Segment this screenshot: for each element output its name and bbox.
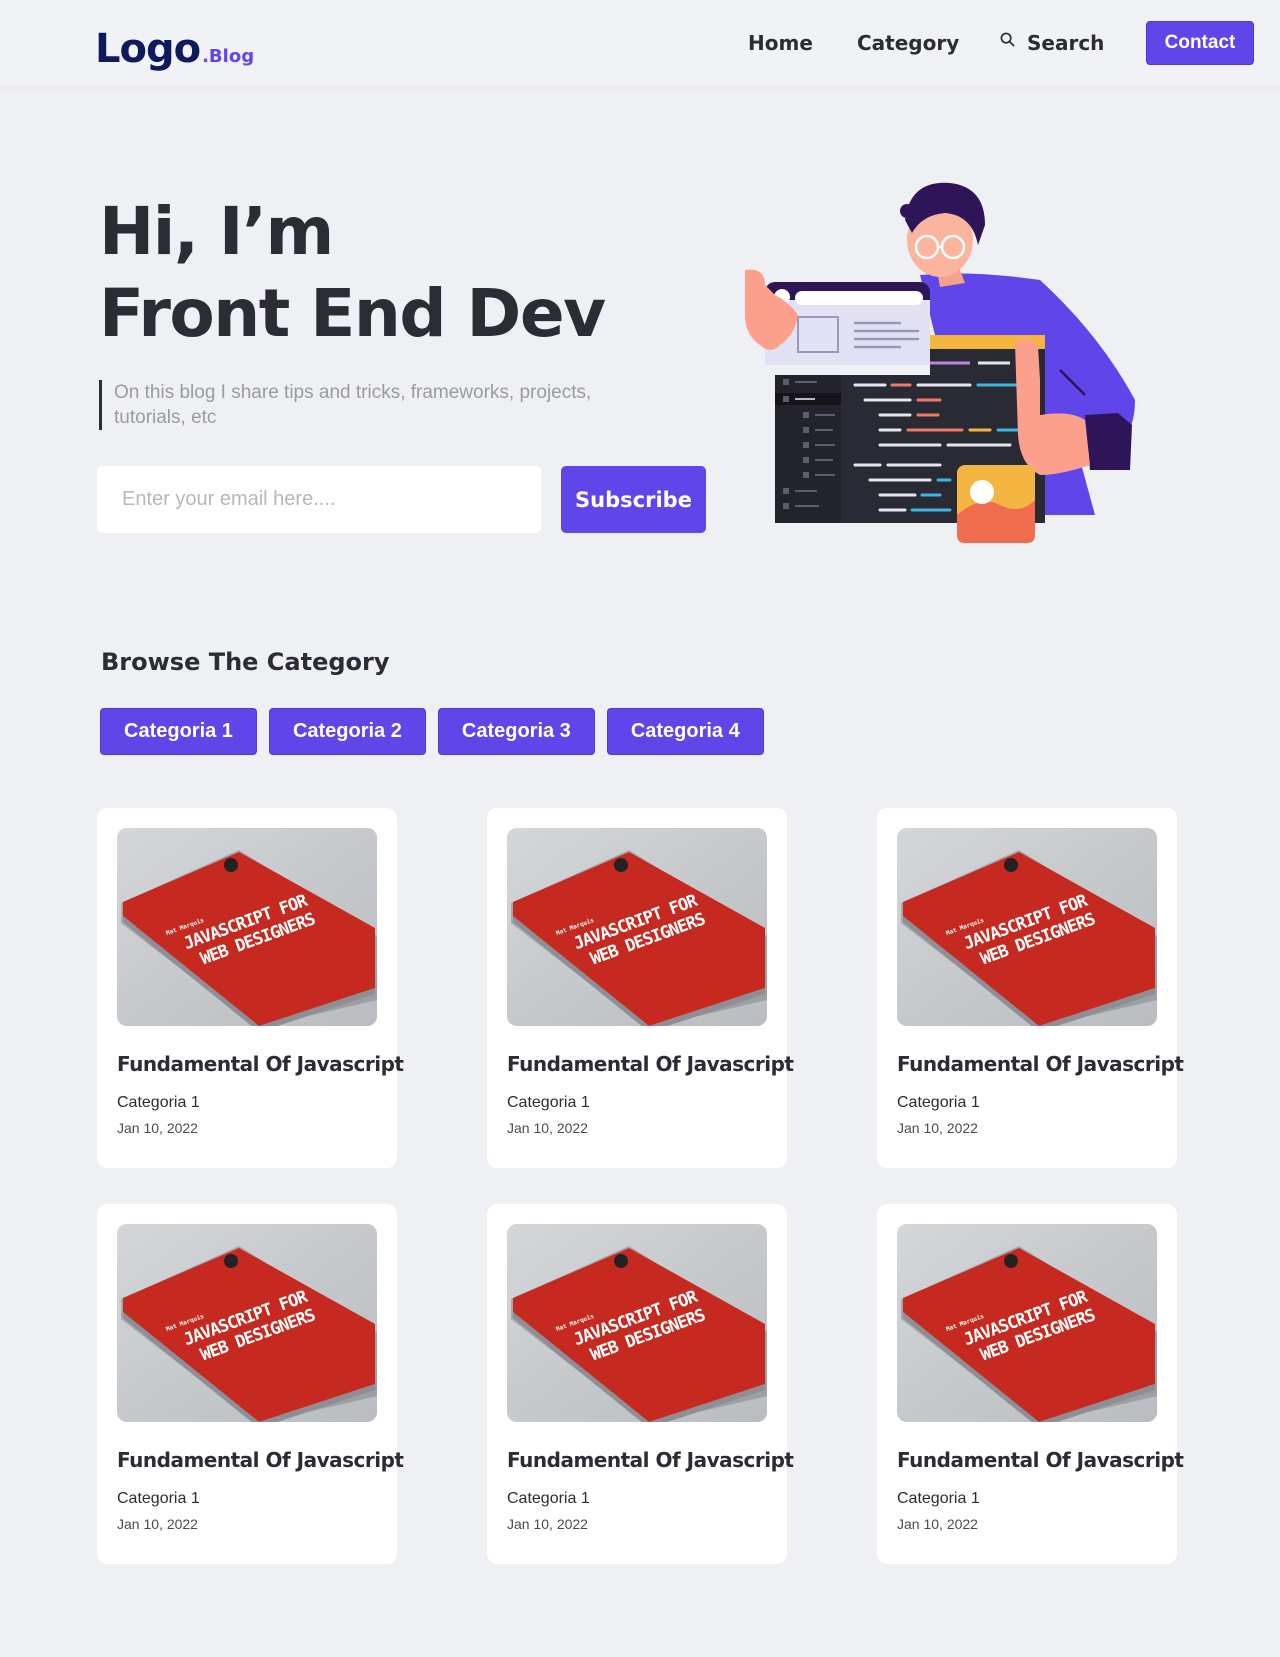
section-title-categories: Browse The Category xyxy=(101,648,390,676)
email-input[interactable] xyxy=(97,466,541,533)
post-category[interactable]: Categoria 1 xyxy=(897,1094,1157,1112)
post-card[interactable]: Mat Marquis JAVASCRIPT FOR WEB DESIGNERS… xyxy=(97,808,404,1168)
post-category[interactable]: Categoria 1 xyxy=(117,1094,377,1112)
search-icon xyxy=(1000,32,1015,46)
post-date: Jan 10, 2022 xyxy=(897,1516,978,1532)
post-card[interactable]: Mat Marquis JAVASCRIPT FOR WEB DESIGNERS… xyxy=(97,1204,404,1564)
post-cover-image[interactable]: Mat Marquis JAVASCRIPT FOR WEB DESIGNERS xyxy=(507,1224,767,1422)
post-date: Jan 10, 2022 xyxy=(117,1120,198,1136)
nav-home[interactable]: Home xyxy=(748,0,813,86)
hero-title-line1: Hi, I’m xyxy=(99,193,334,270)
post-category[interactable]: Categoria 1 xyxy=(897,1490,1157,1508)
post-date: Jan 10, 2022 xyxy=(507,1120,588,1136)
post-card[interactable]: Mat Marquis JAVASCRIPT FOR WEB DESIGNERS… xyxy=(487,1204,794,1564)
category-chips: Categoria 1 Categoria 2 Categoria 3 Cate… xyxy=(100,708,764,755)
post-cover-image[interactable]: Mat Marquis JAVASCRIPT FOR WEB DESIGNERS xyxy=(897,828,1157,1026)
post-cover-image[interactable]: Mat Marquis JAVASCRIPT FOR WEB DESIGNERS xyxy=(897,1224,1157,1422)
post-category[interactable]: Categoria 1 xyxy=(507,1490,767,1508)
post-title[interactable]: Fundamental Of Javascript xyxy=(117,1448,404,1472)
post-date: Jan 10, 2022 xyxy=(117,1516,198,1532)
post-title[interactable]: Fundamental Of Javascript xyxy=(507,1448,794,1472)
post-card[interactable]: Mat Marquis JAVASCRIPT FOR WEB DESIGNERS… xyxy=(877,1204,1184,1564)
post-title[interactable]: Fundamental Of Javascript xyxy=(897,1448,1184,1472)
post-card[interactable]: Mat Marquis JAVASCRIPT FOR WEB DESIGNERS… xyxy=(877,808,1184,1168)
logo-suffix: .Blog xyxy=(202,46,255,67)
post-grid: Mat Marquis JAVASCRIPT FOR WEB DESIGNERS… xyxy=(97,808,1184,1564)
logo-text: Logo xyxy=(95,26,201,72)
post-date: Jan 10, 2022 xyxy=(897,1120,978,1136)
post-date: Jan 10, 2022 xyxy=(507,1516,588,1532)
nav-search-label: Search xyxy=(1027,31,1105,55)
category-chip-1[interactable]: Categoria 1 xyxy=(100,708,257,755)
site-header: Logo .Blog Home Category Search Contact xyxy=(0,0,1280,86)
post-category[interactable]: Categoria 1 xyxy=(117,1490,377,1508)
developer-illustration xyxy=(745,182,1135,543)
hero-title-line2: Front End Dev xyxy=(99,275,606,352)
category-chip-4[interactable]: Categoria 4 xyxy=(606,708,764,755)
post-card[interactable]: Mat Marquis JAVASCRIPT FOR WEB DESIGNERS… xyxy=(487,808,794,1168)
category-chip-3[interactable]: Categoria 3 xyxy=(437,708,595,755)
logo[interactable]: Logo .Blog xyxy=(95,26,254,72)
nav-category[interactable]: Category xyxy=(857,0,959,86)
post-category[interactable]: Categoria 1 xyxy=(507,1094,767,1112)
contact-button[interactable]: Contact xyxy=(1146,21,1254,65)
post-cover-image[interactable]: Mat Marquis JAVASCRIPT FOR WEB DESIGNERS xyxy=(117,1224,377,1422)
post-title[interactable]: Fundamental Of Javascript xyxy=(507,1052,794,1076)
subscribe-button[interactable]: Subscribe xyxy=(561,466,706,533)
post-title[interactable]: Fundamental Of Javascript xyxy=(117,1052,404,1076)
nav-search[interactable]: Search xyxy=(1000,0,1104,86)
hero-description: On this blog I share tips and tricks, fr… xyxy=(99,380,659,430)
post-cover-image[interactable]: Mat Marquis JAVASCRIPT FOR WEB DESIGNERS xyxy=(117,828,377,1026)
post-cover-image[interactable]: Mat Marquis JAVASCRIPT FOR WEB DESIGNERS xyxy=(507,828,767,1026)
post-title[interactable]: Fundamental Of Javascript xyxy=(897,1052,1184,1076)
category-chip-2[interactable]: Categoria 2 xyxy=(268,708,426,755)
hero-title: Hi, I’m Front End Dev xyxy=(99,191,606,355)
